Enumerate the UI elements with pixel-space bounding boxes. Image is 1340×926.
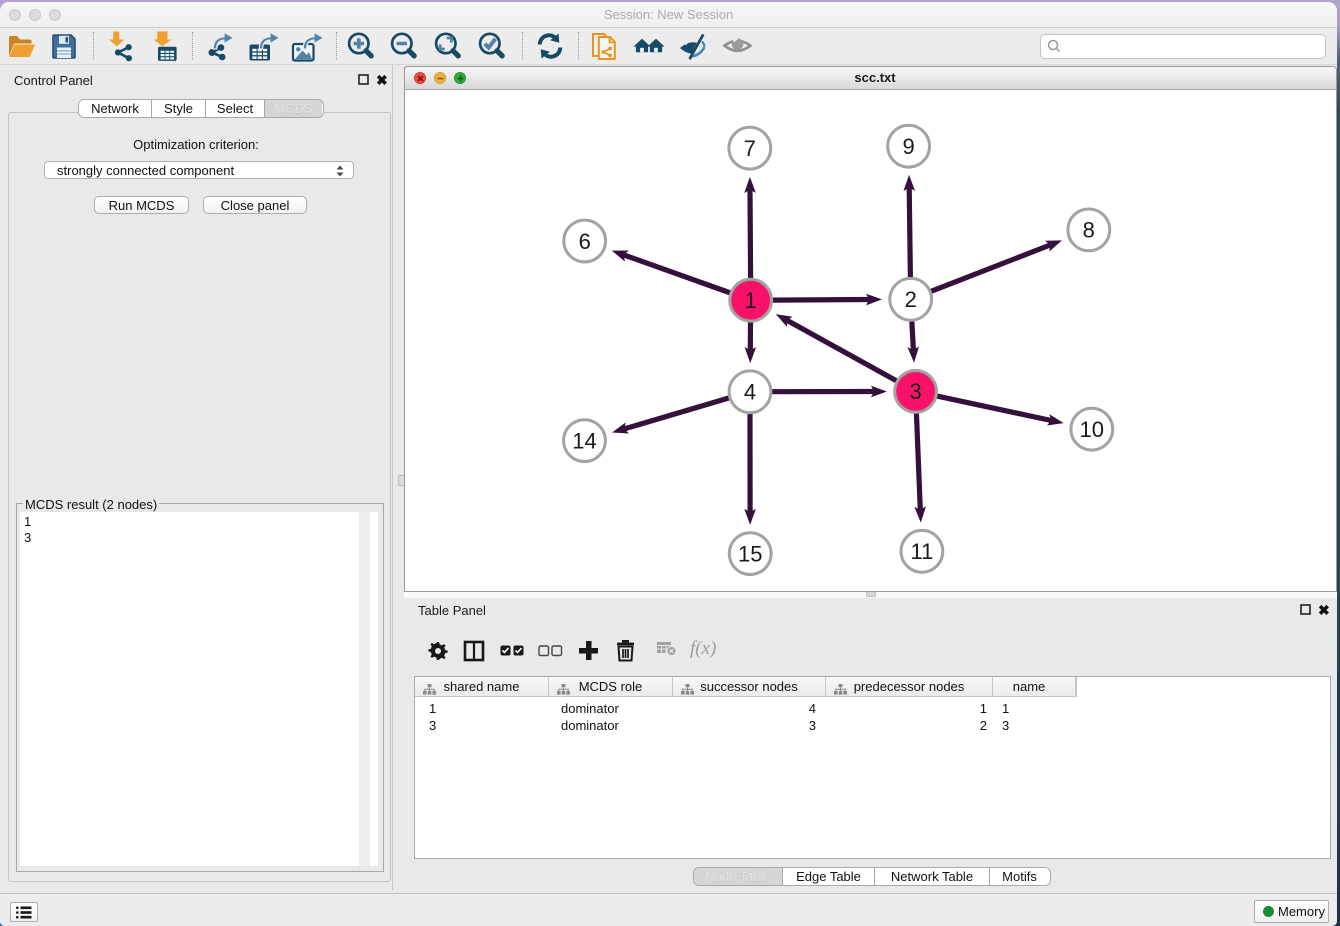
svg-text:4: 4: [744, 380, 756, 405]
svg-text:14: 14: [572, 428, 596, 453]
svg-text:3: 3: [909, 379, 921, 404]
svg-text:1: 1: [745, 288, 757, 313]
svg-text:9: 9: [902, 134, 914, 159]
svg-text:2: 2: [905, 287, 917, 312]
svg-text:11: 11: [910, 539, 933, 564]
svg-text:6: 6: [579, 229, 591, 254]
svg-text:10: 10: [1080, 417, 1104, 442]
svg-text:8: 8: [1083, 218, 1095, 243]
svg-text:7: 7: [744, 136, 756, 161]
svg-text:15: 15: [738, 541, 762, 566]
